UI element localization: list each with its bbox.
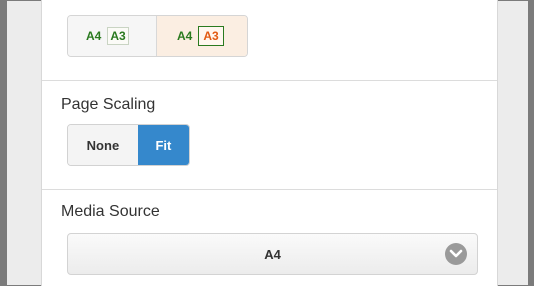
page-scaling-toggle: None Fit: [67, 124, 190, 166]
media-source-select[interactable]: A4: [67, 233, 478, 275]
chevron-down-icon: [445, 243, 467, 265]
page-scaling-title: Page Scaling: [61, 96, 156, 113]
media-source-value: A4: [264, 246, 281, 262]
paper-a4-label: A4: [86, 29, 102, 43]
paper-a4-label: A4: [177, 29, 193, 43]
media-source-title: Media Source: [61, 203, 160, 220]
paper-option-a4-a3[interactable]: A4 A3: [68, 16, 157, 56]
paper-a3-label: A3: [107, 27, 129, 45]
section-divider: [42, 80, 497, 81]
paper-size-toggle: A4 A3 A4 A3: [67, 15, 248, 57]
scaling-fit-button[interactable]: Fit: [137, 125, 189, 165]
section-divider: [42, 189, 497, 190]
paper-a3-label-highlighted: A3: [198, 26, 224, 46]
scaling-none-button[interactable]: None: [68, 125, 138, 165]
paper-option-a4-a3-selected[interactable]: A4 A3: [157, 16, 247, 56]
print-options-panel: A4 A3 A4 A3 Page Scaling None Fit Media …: [41, 0, 498, 286]
